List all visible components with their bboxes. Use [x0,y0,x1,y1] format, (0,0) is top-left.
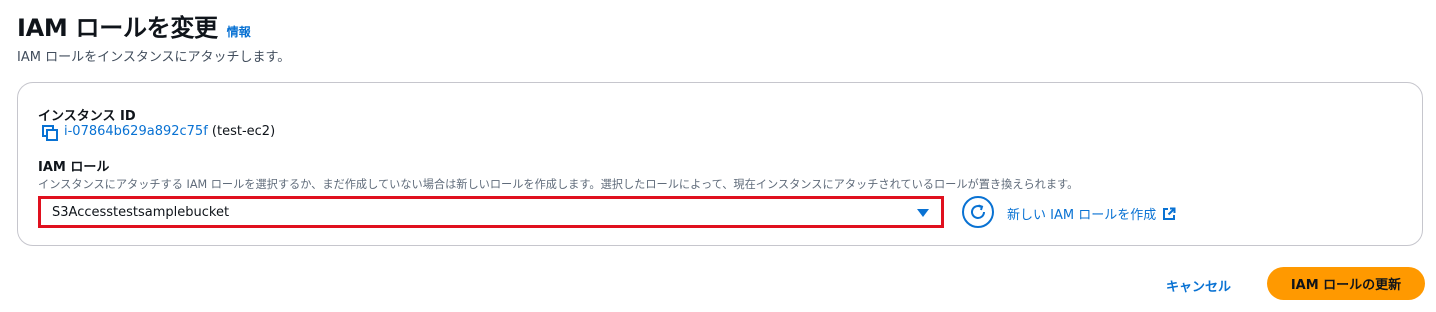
iam-role-description: インスタンスにアタッチする IAM ロールを選択するか、まだ作成していない場合は… [38,178,1079,191]
instance-id-row: i-07864b629a892c75f (test-ec2) [64,124,275,139]
refresh-button[interactable] [962,196,994,228]
external-link-icon [1163,207,1176,220]
create-iam-role-link[interactable]: 新しい IAM ロールを作成 [1007,204,1176,223]
cancel-button[interactable]: キャンセル [1166,276,1231,295]
page-header: IAM ロールを変更 情報 [17,8,251,43]
copy-icon[interactable] [42,125,58,141]
instance-name: (test-ec2) [211,124,276,139]
page-title: IAM ロールを変更 [17,14,218,42]
instance-id-label: インスタンス ID [38,109,136,124]
refresh-icon [971,204,985,219]
info-link[interactable]: 情報 [227,23,251,40]
page-description: IAM ロールをインスタンスにアタッチします。 [17,50,291,65]
iam-role-selected-value: S3Accesstestsamplebucket [52,205,230,220]
caret-down-icon [917,209,929,217]
settings-panel: インスタンス ID i-07864b629a892c75f (test-ec2)… [17,82,1423,246]
create-iam-role-label: 新しい IAM ロールを作成 [1007,208,1157,223]
iam-role-label: IAM ロール [38,160,110,175]
iam-role-select[interactable]: S3Accesstestsamplebucket [38,196,944,228]
instance-id-link[interactable]: i-07864b629a892c75f [64,124,208,139]
update-iam-role-button[interactable]: IAM ロールの更新 [1267,267,1425,300]
